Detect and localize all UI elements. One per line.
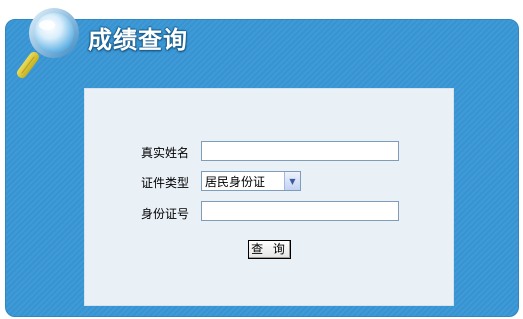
page-title: 成绩查询 (88, 26, 188, 54)
id-type-label: 证件类型 (140, 176, 189, 190)
id-number-label: 身份证号 (140, 207, 189, 221)
id-type-selected-value: 居民身份证 (205, 174, 266, 189)
magnifier-icon (17, 8, 79, 78)
chevron-down-icon[interactable]: ▼ (284, 172, 300, 190)
id-type-select[interactable]: 居民身份证 ▼ (201, 171, 301, 191)
name-input[interactable] (201, 141, 399, 161)
query-button[interactable]: 查 询 (248, 240, 291, 259)
id-number-input[interactable] (201, 201, 399, 221)
query-form: 真实姓名 证件类型 居民身份证 ▼ 身份证号 查 询 (84, 88, 454, 306)
name-label: 真实姓名 (140, 146, 189, 160)
